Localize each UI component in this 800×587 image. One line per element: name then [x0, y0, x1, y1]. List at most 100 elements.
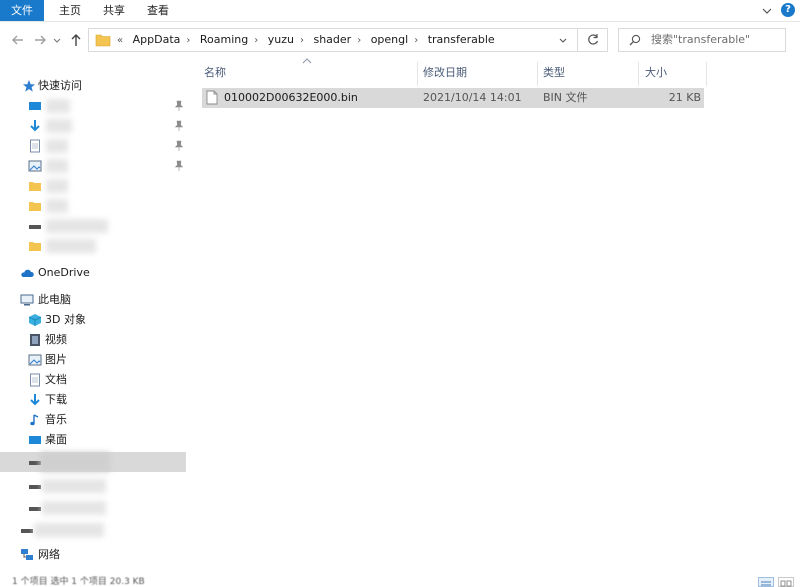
breadcrumb-yuzu[interactable]: yuzu	[264, 29, 298, 51]
navigation-pane: 快速访问 OneDrive 此电脑 3D 对象 视频 图片 文档 下载 音乐 桌…	[0, 58, 190, 578]
sidebar-item-quick-access[interactable]: 快速访问	[0, 76, 190, 96]
picture-icon	[28, 354, 42, 366]
sidebar-item-network[interactable]: 网络	[0, 545, 190, 565]
download-icon	[30, 120, 40, 132]
sidebar-item-pictures[interactable]: 图片	[0, 350, 190, 370]
sidebar-item-folder[interactable]	[0, 236, 190, 256]
status-text: 1 个项目 选中 1 个项目 20.3 KB	[12, 577, 145, 587]
redacted-label	[46, 239, 96, 253]
address-bar[interactable]: « AppData › Roaming › yuzu › shader › opengl…	[88, 28, 608, 52]
sidebar-item-drive-selected[interactable]	[0, 452, 186, 472]
pin-icon[interactable]	[174, 160, 184, 172]
sidebar-item-3d-objects[interactable]: 3D 对象	[0, 310, 190, 330]
chevron-right-icon[interactable]: ›	[252, 30, 260, 52]
sidebar-item-documents[interactable]: 文档	[0, 370, 190, 390]
search-placeholder: 搜索"transferable"	[651, 33, 751, 46]
video-icon	[30, 334, 40, 346]
sidebar-item-videos[interactable]: 视频	[0, 330, 190, 350]
breadcrumb-roaming[interactable]: Roaming	[196, 29, 252, 51]
sidebar-item-music[interactable]: 音乐	[0, 410, 190, 430]
sidebar-item-pinned-desktop[interactable]	[0, 96, 190, 116]
column-header-type[interactable]: 类型	[543, 58, 633, 84]
expand-ribbon-icon[interactable]	[760, 4, 774, 18]
breadcrumb-transferable[interactable]: transferable	[424, 29, 499, 51]
sidebar-item-label: OneDrive	[38, 266, 90, 279]
arrow-right-icon	[35, 35, 46, 45]
sidebar-item-label: 此电脑	[38, 293, 71, 306]
large-icons-view-button[interactable]	[778, 577, 794, 587]
chevron-right-icon[interactable]: ›	[184, 30, 192, 52]
tab-home[interactable]: 主页	[52, 2, 88, 20]
breadcrumb-appdata[interactable]: AppData	[129, 29, 185, 51]
pin-icon[interactable]	[174, 120, 184, 132]
drive-icon	[29, 507, 41, 511]
sidebar-item-onedrive[interactable]: OneDrive	[0, 263, 190, 283]
up-button[interactable]	[68, 32, 84, 48]
pin-icon[interactable]	[174, 140, 184, 152]
sidebar-item-downloads[interactable]: 下载	[0, 390, 190, 410]
help-icon[interactable]: ?	[781, 3, 795, 17]
drive-icon	[21, 529, 33, 533]
search-box[interactable]: 搜索"transferable"	[618, 28, 786, 52]
sidebar-item-drive[interactable]	[0, 520, 190, 540]
breadcrumb-overflow[interactable]: «	[115, 30, 125, 52]
sidebar-item-pinned-documents[interactable]	[0, 136, 190, 156]
tab-share[interactable]: 共享	[96, 2, 132, 20]
breadcrumb-opengl[interactable]: opengl	[367, 29, 413, 51]
recent-locations-button[interactable]	[52, 32, 62, 48]
sidebar-item-label: 下载	[45, 393, 67, 406]
forward-button[interactable]	[32, 32, 48, 48]
file-name: 010002D00632E000.bin	[224, 91, 358, 104]
sidebar-item-label: 桌面	[45, 433, 67, 446]
file-row[interactable]: 010002D00632E000.bin 2021/10/14 14:01 BI…	[202, 88, 704, 108]
column-header-size[interactable]: 大小	[645, 58, 705, 84]
sidebar-item-this-pc[interactable]: 此电脑	[0, 290, 190, 310]
cloud-icon	[21, 269, 34, 277]
breadcrumb: « AppData › Roaming › yuzu › shader › opengl…	[115, 29, 499, 51]
details-view-icon	[761, 581, 771, 586]
sidebar-item-pinned-downloads[interactable]	[0, 116, 190, 136]
redacted-label	[40, 452, 110, 472]
column-divider[interactable]	[537, 62, 538, 86]
desktop-icon	[29, 436, 41, 444]
folder-icon	[95, 34, 111, 47]
redacted-label	[34, 523, 104, 537]
column-divider[interactable]	[638, 62, 639, 86]
file-type: BIN 文件	[543, 91, 588, 104]
redacted-label	[46, 139, 68, 153]
back-button[interactable]	[10, 32, 26, 48]
file-size: 21 KB	[668, 91, 701, 104]
sidebar-item-label: 3D 对象	[45, 313, 86, 326]
sidebar-item-drive[interactable]	[0, 216, 190, 236]
chevron-right-icon[interactable]: ›	[412, 30, 420, 52]
tab-file[interactable]: 文件	[0, 0, 44, 21]
sidebar-item-folder[interactable]	[0, 196, 190, 216]
chevron-right-icon[interactable]: ›	[298, 30, 306, 52]
details-view-button[interactable]	[758, 577, 774, 587]
redacted-label	[46, 99, 70, 113]
refresh-button[interactable]	[577, 29, 607, 51]
redacted-label	[42, 501, 106, 515]
sidebar-item-drive[interactable]	[0, 498, 190, 518]
pin-icon[interactable]	[174, 100, 184, 112]
sidebar-item-pinned-pictures[interactable]	[0, 156, 190, 176]
search-icon	[629, 34, 641, 46]
sidebar-item-folder[interactable]	[0, 176, 190, 196]
drive-icon	[29, 225, 41, 229]
drive-icon	[29, 485, 41, 489]
file-list: 名称 修改日期 类型 大小 010002D00632E000.bin 2021/…	[190, 58, 800, 578]
sidebar-item-label: 图片	[45, 353, 67, 366]
sidebar-item-label: 音乐	[45, 413, 67, 426]
sidebar-item-desktop[interactable]: 桌面	[0, 430, 190, 450]
sidebar-item-drive[interactable]	[0, 476, 190, 496]
column-divider[interactable]	[706, 62, 707, 86]
breadcrumb-shader[interactable]: shader	[309, 29, 355, 51]
tab-view[interactable]: 查看	[140, 2, 176, 20]
redacted-label	[42, 479, 106, 493]
chevron-right-icon[interactable]: ›	[355, 30, 363, 52]
column-header-modified[interactable]: 修改日期	[423, 58, 533, 84]
sidebar-item-label: 文档	[45, 373, 67, 386]
column-divider[interactable]	[417, 62, 418, 86]
address-dropdown-button[interactable]	[555, 32, 571, 48]
sidebar-item-label: 视频	[45, 333, 67, 346]
